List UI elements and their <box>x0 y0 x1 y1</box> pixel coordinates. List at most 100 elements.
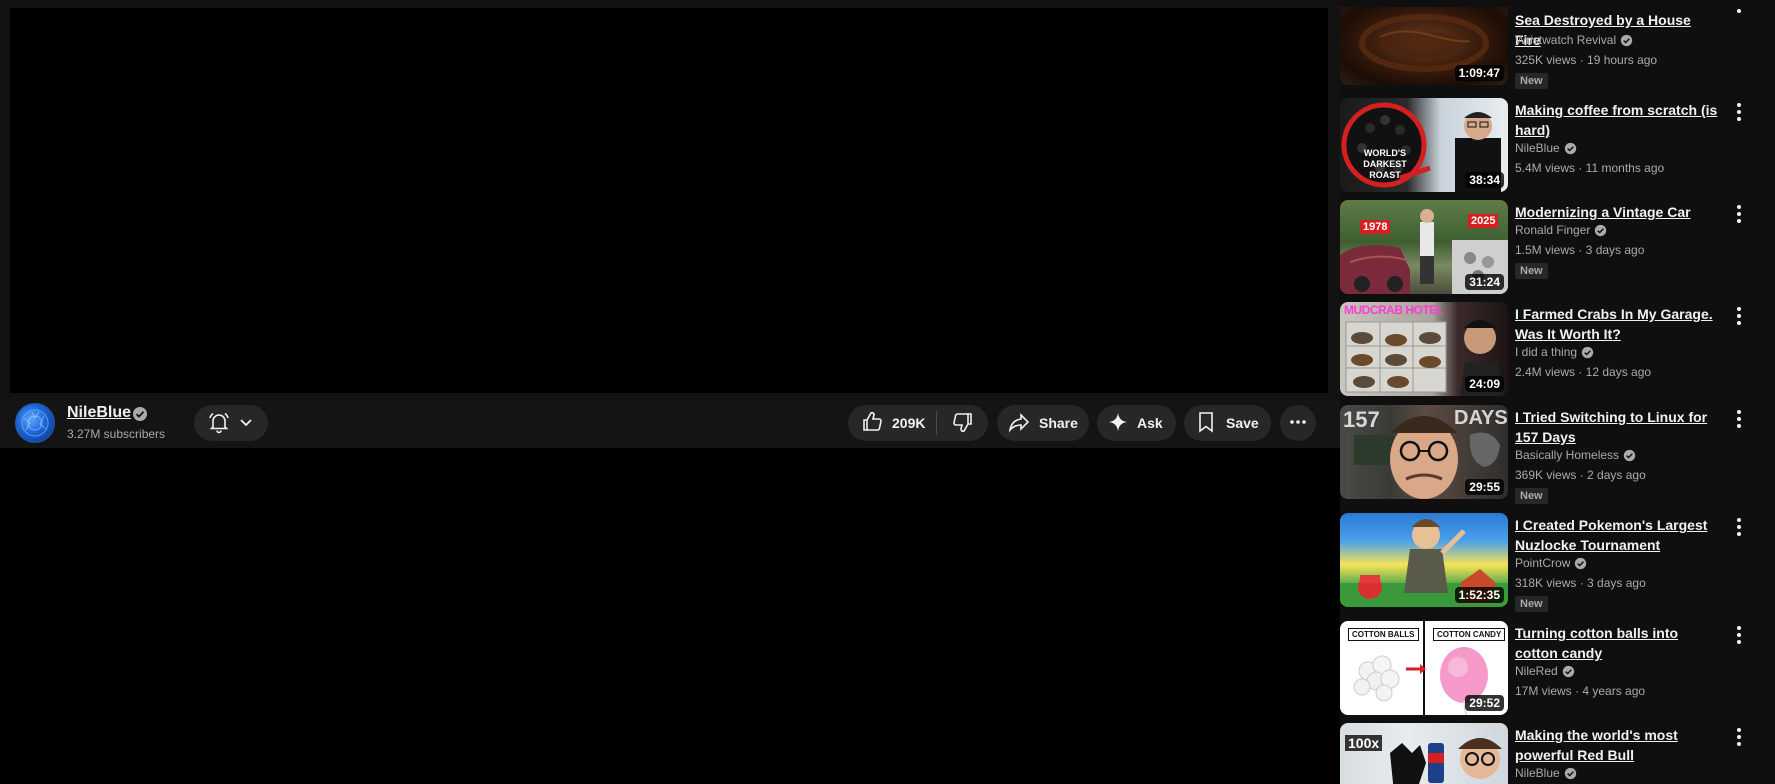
video-duration: 24:09 <box>1465 376 1504 392</box>
video-channel[interactable]: Wristwatch Revival <box>1515 33 1633 47</box>
recommendation-item[interactable]: 100x Making the world's most powerful Re… <box>1340 723 1775 784</box>
new-badge: New <box>1515 488 1548 504</box>
like-button[interactable]: 209K <box>848 405 936 441</box>
video-thumbnail[interactable]: 157 DAYS 29:55 <box>1340 405 1508 499</box>
ask-button[interactable]: Ask <box>1097 405 1176 441</box>
video-thumbnail[interactable]: 1978 2025 31:24 <box>1340 200 1508 294</box>
channel-name: Basically Homeless <box>1515 448 1620 462</box>
video-title-link[interactable]: I Created Pokemon's Largest Nuzlocke Tou… <box>1515 515 1720 555</box>
share-button[interactable]: Share <box>997 405 1089 441</box>
recommendation-item[interactable]: WORLD'S DARKEST ROAST 38:34 Making coffe… <box>1340 98 1775 192</box>
recommendation-item[interactable]: 157 DAYS 29:55 I Tried Switching to Linu… <box>1340 405 1775 504</box>
subscriber-count: 3.27M subscribers <box>67 427 166 441</box>
more-vertical-icon[interactable] <box>1729 623 1749 647</box>
more-horizontal-icon <box>1288 412 1308 435</box>
video-thumbnail[interactable]: 1:52:35 <box>1340 513 1508 607</box>
verified-icon <box>1595 224 1607 236</box>
video-thumbnail[interactable]: WORLD'S DARKEST ROAST 38:34 <box>1340 98 1508 192</box>
channel-name: NileBlue <box>1515 141 1560 155</box>
video-thumbnail[interactable]: COTTON BALLS COTTON CANDY 29:52 <box>1340 621 1508 715</box>
more-actions-button[interactable] <box>1280 405 1316 441</box>
verified-icon <box>1581 346 1594 358</box>
video-channel[interactable]: NileRed <box>1515 664 1575 678</box>
thumbnail-label-right: DAYS <box>1454 407 1508 429</box>
verified-icon <box>132 406 148 422</box>
video-title-link[interactable]: Modernizing a Vintage Car <box>1515 202 1720 222</box>
save-button[interactable]: Save <box>1184 405 1271 441</box>
thumbnail-label-left: 157 <box>1343 407 1380 432</box>
video-title-link[interactable]: I Tried Switching to Linux for 157 Days <box>1515 407 1720 447</box>
verified-icon <box>1623 449 1636 461</box>
verified-icon <box>1620 34 1633 46</box>
share-label: Share <box>1039 415 1078 431</box>
video-duration: 29:52 <box>1465 695 1504 711</box>
more-vertical-icon[interactable] <box>1729 407 1749 431</box>
thumbnail-label-left: COTTON BALLS <box>1348 628 1419 641</box>
video-meta: 5.4M views · 11 months ago <box>1515 161 1665 175</box>
video-thumbnail[interactable]: 1:09:47 <box>1340 7 1508 85</box>
video-title-link[interactable]: Turning cotton balls into cotton candy <box>1515 623 1720 663</box>
video-title-link[interactable]: Making the world's most powerful Red Bul… <box>1515 725 1720 765</box>
video-meta: 2.4M views · 12 days ago <box>1515 365 1652 379</box>
player-container <box>0 0 1340 400</box>
recommendation-item[interactable]: MUDCRAB HOTEL 24:09 I Farmed Crabs In My… <box>1340 302 1775 396</box>
video-channel[interactable]: Basically Homeless <box>1515 448 1636 462</box>
notification-bell-button[interactable] <box>194 405 268 441</box>
thumbnail-label-right: 2025 <box>1468 214 1499 228</box>
thumbnail-text: WORLD'S DARKEST ROAST <box>1363 148 1407 180</box>
video-duration: 29:55 <box>1465 479 1504 495</box>
thumbs-down-icon <box>951 410 975 437</box>
recommendation-item[interactable]: 1:52:35 I Created Pokemon's Largest Nuzl… <box>1340 513 1775 612</box>
like-dislike-group: 209K <box>848 405 988 441</box>
recommendation-item[interactable]: 1978 2025 31:24 Modernizing a Vintage Ca… <box>1340 200 1775 294</box>
video-thumbnail[interactable]: MUDCRAB HOTEL 24:09 <box>1340 302 1508 396</box>
channel-avatar[interactable] <box>15 403 55 443</box>
video-title-link[interactable]: Making coffee from scratch (is hard) <box>1515 100 1720 140</box>
video-thumbnail[interactable]: 100x <box>1340 723 1508 784</box>
video-meta: 325K views · 19 hours ago <box>1515 53 1658 67</box>
more-vertical-icon[interactable] <box>1729 100 1749 124</box>
recommendation-item[interactable]: 1:09:47 Sea Destroyed by a House Fire Wr… <box>1340 2 1775 96</box>
channel-name: I did a thing <box>1515 345 1578 359</box>
more-vertical-icon[interactable] <box>1729 304 1749 328</box>
dislike-button[interactable] <box>937 405 988 441</box>
ask-label: Ask <box>1137 415 1163 431</box>
verified-icon <box>1562 665 1574 677</box>
more-vertical-icon[interactable] <box>1729 202 1749 226</box>
more-vertical-icon[interactable] <box>1729 2 1749 26</box>
video-channel[interactable]: NileBlue <box>1515 766 1577 780</box>
recommendation-item[interactable]: COTTON BALLS COTTON CANDY 29:52 Turning … <box>1340 621 1775 715</box>
more-vertical-icon[interactable] <box>1729 515 1749 539</box>
thumbs-up-icon <box>860 410 884 437</box>
bookmark-icon <box>1194 410 1218 437</box>
channel-name: NileBlue <box>1515 766 1560 780</box>
video-duration: 38:34 <box>1465 172 1504 188</box>
like-count: 209K <box>892 415 926 431</box>
video-meta: 369K views · 2 days ago <box>1515 468 1646 482</box>
more-vertical-icon[interactable] <box>1729 725 1749 749</box>
share-icon <box>1007 410 1031 437</box>
verified-icon <box>1564 767 1576 779</box>
channel-name-link[interactable]: NileBlue <box>67 404 131 422</box>
video-meta: 1.5M views · 3 days ago <box>1515 243 1645 257</box>
video-channel[interactable]: PointCrow <box>1515 556 1587 570</box>
video-title-link[interactable]: I Farmed Crabs In My Garage. Was It Wort… <box>1515 304 1720 344</box>
thumbnail-label-left: 1978 <box>1360 220 1391 234</box>
thumbnail-text: 100x <box>1345 735 1383 751</box>
video-duration: 1:52:35 <box>1454 587 1504 603</box>
video-meta: 318K views · 3 days ago <box>1515 576 1646 590</box>
video-channel[interactable]: Ronald Finger <box>1515 223 1607 237</box>
channel-name: NileRed <box>1515 664 1558 678</box>
chevron-down-icon <box>237 413 255 434</box>
video-duration: 31:24 <box>1465 274 1504 290</box>
video-channel[interactable]: NileBlue <box>1515 141 1577 155</box>
thumbnail-label-right: COTTON CANDY <box>1433 628 1506 641</box>
sparkle-icon <box>1107 411 1129 436</box>
video-channel[interactable]: I did a thing <box>1515 345 1594 359</box>
new-badge: New <box>1515 596 1548 612</box>
save-label: Save <box>1226 415 1259 431</box>
channel-name: PointCrow <box>1515 556 1571 570</box>
video-player[interactable] <box>10 8 1328 393</box>
below-player-area <box>0 448 1340 784</box>
new-badge: New <box>1515 263 1548 279</box>
